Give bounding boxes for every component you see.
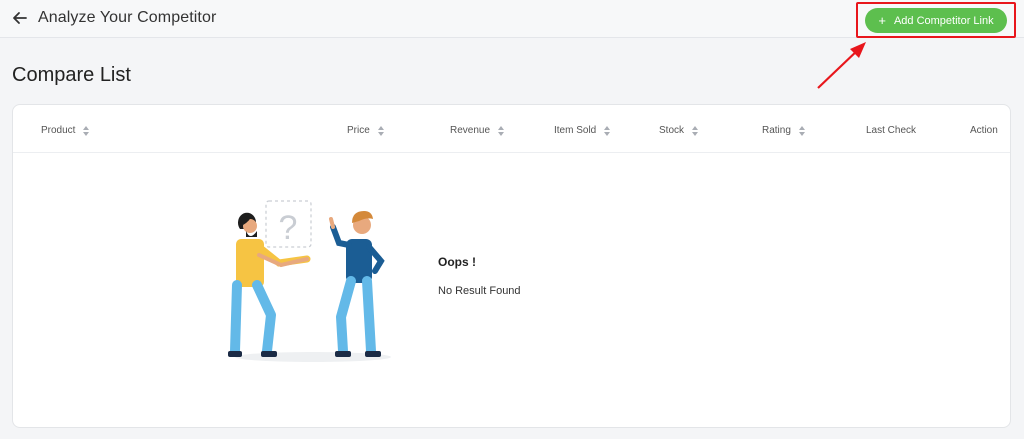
empty-state-illustration: ? [228, 200, 391, 362]
compare-table-card: Product Price Revenue Item Sold Stock Ra… [12, 104, 1011, 428]
column-header-item-sold[interactable]: Item Sold [554, 125, 611, 136]
svg-text:?: ? [279, 209, 298, 247]
sort-icon [604, 125, 611, 136]
column-header-rating[interactable]: Rating [762, 125, 805, 136]
column-header-price[interactable]: Price [347, 125, 384, 136]
sort-icon [498, 125, 505, 136]
table-header: Product Price Revenue Item Sold Stock Ra… [13, 105, 1010, 153]
page-title: Compare List [12, 64, 131, 86]
sort-icon [83, 125, 90, 136]
column-header-product[interactable]: Product [41, 125, 90, 136]
column-header-last-check: Last Check [866, 125, 917, 136]
sort-icon [798, 125, 805, 136]
column-header-stock[interactable]: Stock [659, 125, 699, 136]
sort-icon [377, 125, 384, 136]
arrow-left-icon[interactable] [10, 8, 30, 28]
empty-state-title: Oops ! [438, 255, 476, 269]
column-header-action: Action [970, 125, 998, 136]
sort-icon [692, 125, 699, 136]
column-header-revenue[interactable]: Revenue [450, 125, 505, 136]
empty-state-message: No Result Found [438, 285, 521, 297]
highlight-box [856, 2, 1016, 38]
page-header-title: Analyze Your Competitor [38, 9, 217, 26]
